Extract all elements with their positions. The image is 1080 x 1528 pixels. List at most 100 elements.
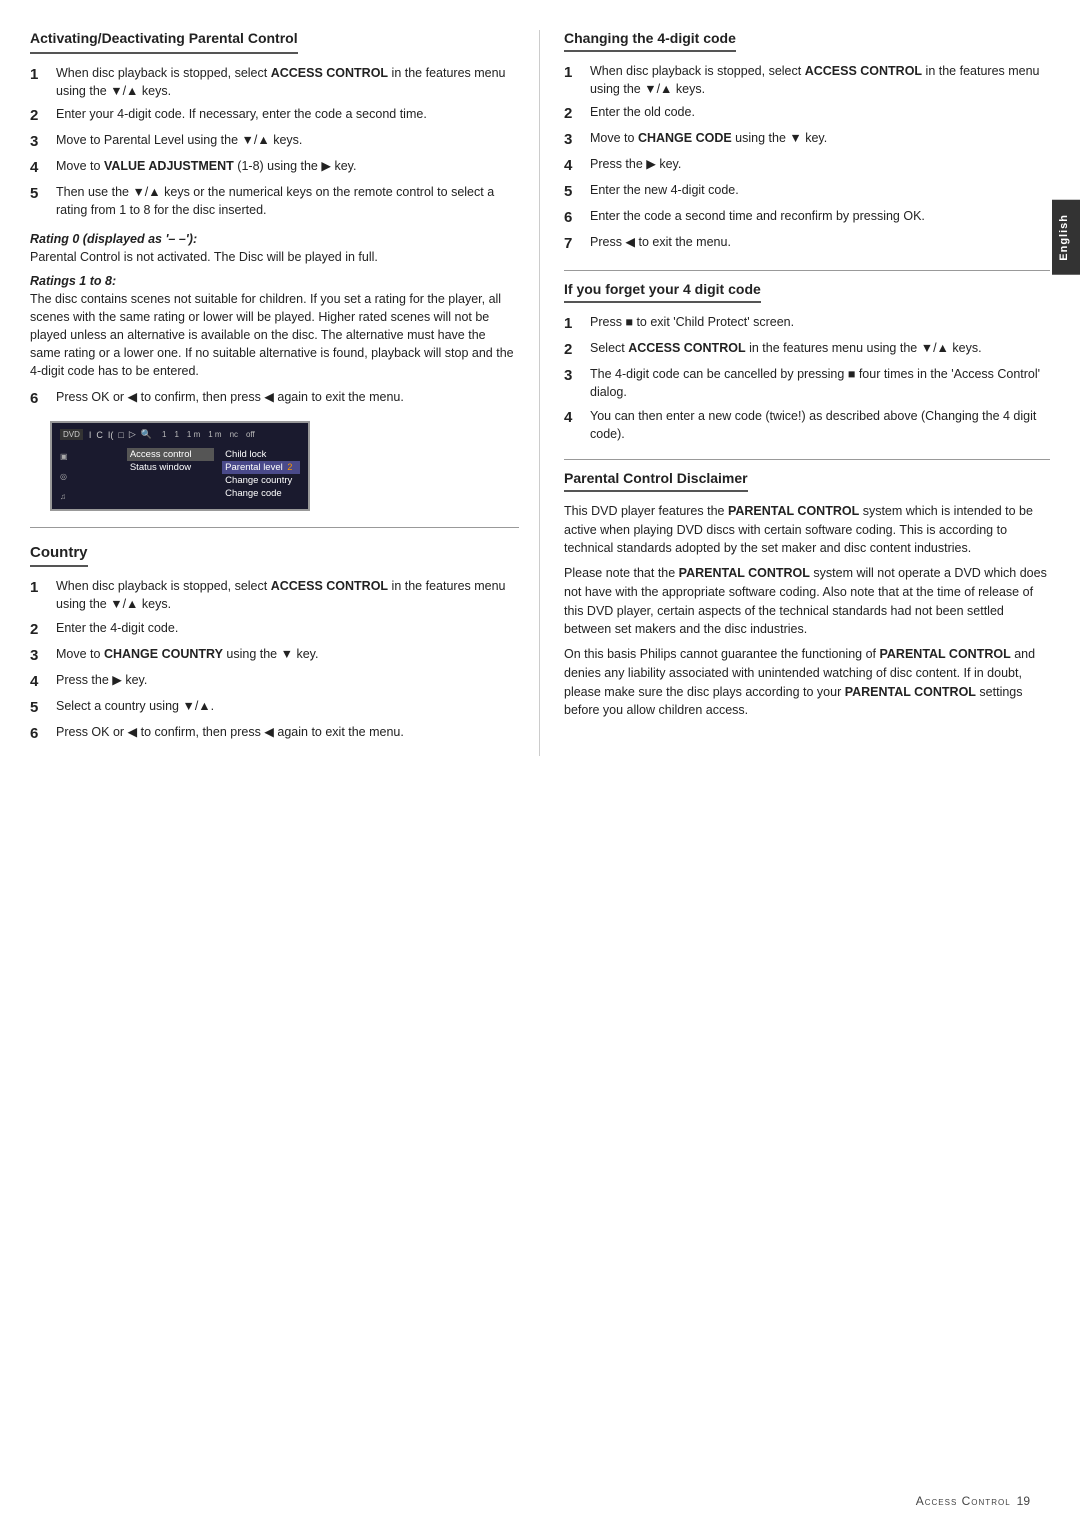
section-disclaimer-title: Parental Control Disclaimer (564, 470, 748, 492)
item-text: Select ACCESS CONTROL in the features me… (590, 339, 1050, 357)
item-text: Press the ▶ key. (590, 155, 1050, 173)
screen-submenu: Child lock Parental level 2 Change count… (218, 444, 304, 505)
list-item: 5 Then use the ▼/▲ keys or the numerical… (30, 183, 519, 219)
rating1-title: Ratings 1 to 8: (30, 274, 519, 288)
footer-title: Access Control (916, 1494, 1011, 1508)
section-activating-title: Activating/Deactivating Parental Control (30, 30, 298, 54)
list-item: 3 Move to Parental Level using the ▼/▲ k… (30, 131, 519, 152)
screen-time-6: off (246, 430, 255, 439)
screen-time-5: nc (230, 430, 238, 439)
item-text: The 4-digit code can be cancelled by pre… (590, 365, 1050, 401)
screen-time-3: 1 m (187, 430, 200, 439)
screen-menu: Access control Status window (123, 444, 218, 505)
item-number: 3 (564, 129, 584, 150)
item-number: 5 (30, 183, 50, 204)
divider-forget (564, 270, 1050, 271)
screen-icons: I C I( □ ▷ 🔍 (89, 429, 152, 440)
item-number: 6 (30, 388, 50, 409)
item-number: 2 (564, 339, 584, 360)
item-text: Enter the old code. (590, 103, 1050, 121)
item-number: 2 (30, 105, 50, 126)
section-disclaimer: Parental Control Disclaimer This DVD pla… (564, 470, 1050, 720)
section-changing-code-title: Changing the 4-digit code (564, 30, 736, 52)
list-item: 3 Move to CHANGE COUNTRY using the ▼ key… (30, 645, 519, 666)
list-item: 6 Press OK or ◀ to confirm, then press ◀… (30, 723, 519, 744)
list-item: 2 Enter the 4-digit code. (30, 619, 519, 640)
item-number: 5 (30, 697, 50, 718)
screen-submenu-change-code: Change code (222, 487, 300, 500)
rating0-text: Parental Control is not activated. The D… (30, 248, 519, 266)
screen-disc-icon: ◎ (60, 472, 119, 481)
rating0-title: Rating 0 (displayed as '– –'): (30, 232, 519, 246)
screen-top-bar: DVD I C I( □ ▷ 🔍 1 1 1 m 1 m nc (56, 427, 304, 442)
footer-page: 19 (1017, 1494, 1030, 1508)
screen-image: DVD I C I( □ ▷ 🔍 1 1 1 m 1 m nc (50, 421, 310, 511)
screen-icon-6: 🔍 (141, 429, 152, 440)
item-number: 4 (30, 157, 50, 178)
item-text: Press ■ to exit 'Child Protect' screen. (590, 313, 1050, 331)
item-text: Enter the code a second time and reconfi… (590, 207, 1050, 225)
item-number: 1 (30, 64, 50, 85)
screen-dvd-icon: ▣ (60, 452, 119, 461)
list-item: 1 When disc playback is stopped, select … (564, 62, 1050, 98)
item-text: When disc playback is stopped, select AC… (590, 62, 1050, 98)
item-number: 4 (564, 407, 584, 428)
item-number: 2 (30, 619, 50, 640)
disclaimer-para-3: On this basis Philips cannot guarantee t… (564, 645, 1050, 720)
item-text: Move to VALUE ADJUSTMENT (1-8) using the… (56, 157, 519, 175)
item-number: 7 (564, 233, 584, 254)
list-item: 7 Press ◀ to exit the menu. (564, 233, 1050, 254)
list-item: 2 Enter your 4-digit code. If necessary,… (30, 105, 519, 126)
item-number: 3 (30, 645, 50, 666)
country-section-title: Country (30, 544, 88, 567)
country-list: 1 When disc playback is stopped, select … (30, 577, 519, 743)
screen-menu-access-control: Access control (127, 448, 214, 461)
screen-dvd-label: DVD (60, 429, 83, 440)
screen-left-panel: ▣ ◎ ♫ (56, 444, 123, 505)
item-text: Enter your 4-digit code. If necessary, e… (56, 105, 519, 123)
page-container: English Activating/Deactivating Parental… (0, 0, 1080, 1528)
screen-submenu-child-lock: Child lock (222, 448, 300, 461)
divider-country (30, 527, 519, 528)
right-column: Changing the 4-digit code 1 When disc pl… (540, 30, 1050, 756)
screen-icon-4: □ (118, 430, 123, 440)
list-item: 4 Press the ▶ key. (564, 155, 1050, 176)
screen-icon-2: C (96, 430, 103, 440)
list-item: 4 You can then enter a new code (twice!)… (564, 407, 1050, 443)
screen-menu-status: Status window (127, 461, 214, 474)
list-item: 4 Press the ▶ key. (30, 671, 519, 692)
item-text: Move to CHANGE COUNTRY using the ▼ key. (56, 645, 519, 663)
side-tab: English (1052, 200, 1080, 275)
section-activating: Activating/Deactivating Parental Control… (30, 30, 519, 409)
item-number: 4 (564, 155, 584, 176)
list-item: 2 Enter the old code. (564, 103, 1050, 124)
item-number: 1 (564, 313, 584, 334)
item-number: 4 (30, 671, 50, 692)
screen-icon-5: ▷ (129, 429, 136, 440)
list-item: 6 Enter the code a second time and recon… (564, 207, 1050, 228)
item-text: When disc playback is stopped, select AC… (56, 64, 519, 100)
screen-body: ▣ ◎ ♫ Access control Status window Child… (56, 444, 304, 505)
item-number: 3 (564, 365, 584, 386)
screen-time-4: 1 m (208, 430, 221, 439)
item-number: 2 (564, 103, 584, 124)
screen-submenu-change-country: Change country (222, 474, 300, 487)
item-number: 1 (30, 577, 50, 598)
item-text: Press the ▶ key. (56, 671, 519, 689)
disclaimer-para-2: Please note that the PARENTAL CONTROL sy… (564, 564, 1050, 639)
section-changing-code: Changing the 4-digit code 1 When disc pl… (564, 30, 1050, 254)
screen-submenu-parental-level: Parental level 2 (222, 461, 300, 474)
section-forget-code: If you forget your 4 digit code 1 Press … (564, 281, 1050, 443)
forget-code-list: 1 Press ■ to exit 'Child Protect' screen… (564, 313, 1050, 443)
list-item: 3 The 4-digit code can be cancelled by p… (564, 365, 1050, 401)
item-text: Move to CHANGE CODE using the ▼ key. (590, 129, 1050, 147)
item-text: Enter the new 4-digit code. (590, 181, 1050, 199)
list-item: 4 Move to VALUE ADJUSTMENT (1-8) using t… (30, 157, 519, 178)
country-section: Country 1 When disc playback is stopped,… (30, 544, 519, 743)
screen-time-2: 1 (174, 430, 178, 439)
screen-icon-1: I (89, 430, 92, 440)
item-number: 5 (564, 181, 584, 202)
item-text: When disc playback is stopped, select AC… (56, 577, 519, 613)
item-number: 6 (30, 723, 50, 744)
screen-badge: 2 (287, 462, 292, 472)
